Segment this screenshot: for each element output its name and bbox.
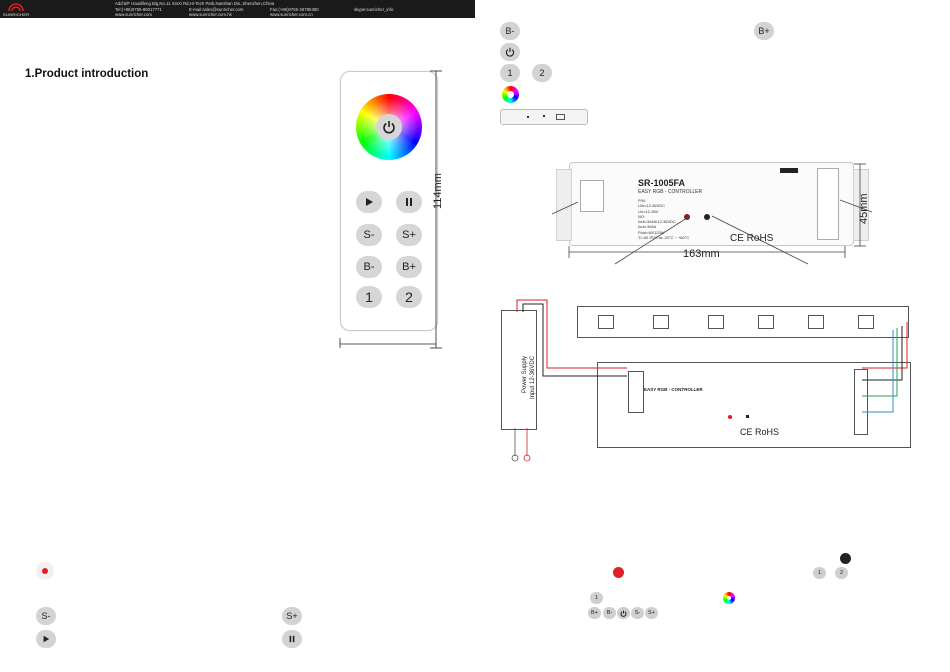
wiring-lines	[511, 299, 908, 462]
power-legend	[500, 43, 520, 61]
play-icon	[43, 635, 50, 643]
s-minus-button-legend: S-	[36, 607, 56, 625]
zone-1-label-legend: 1	[590, 592, 603, 604]
b-plus-legend: B+	[754, 22, 774, 40]
red-led-icon	[613, 567, 624, 578]
header-address: Add:5/F Haodifeng Blg,No.11 XinXi Rd,Hi-…	[115, 1, 275, 6]
b-minus-legend: B-	[500, 22, 520, 40]
header-web3: www.sunricher.com.cn	[270, 12, 313, 17]
b-minus-small-legend: B-	[603, 607, 616, 619]
header-fax: Fax:(+86)0755-26785380	[270, 6, 319, 12]
zone-1-small-legend: 1	[813, 567, 826, 579]
header-tel: Tel:(+86)0755-86017771	[115, 6, 162, 12]
pause-icon	[289, 635, 295, 643]
remote-height-label: 114mm	[432, 173, 444, 209]
header-skype: skype:sunricher_info	[354, 6, 394, 12]
sunricher-logo-icon	[8, 3, 24, 12]
header-web2: www.sunricher.com.hk	[189, 12, 232, 17]
controller-side-view	[500, 109, 588, 125]
remote-dimension-lines	[339, 70, 442, 349]
header-email: E-mail:sales@sunricher.com	[189, 6, 244, 12]
wiring-diagram: Power Supply Input 12-36VDC EASY RGB - C…	[497, 298, 917, 468]
color-wheel-icon	[502, 86, 519, 103]
power-icon	[620, 610, 627, 617]
red-dot-icon	[42, 568, 48, 574]
controller-width-label: 163mm	[683, 248, 720, 260]
power-small-legend	[617, 607, 630, 619]
zone-2-legend: 2	[532, 64, 552, 82]
brand-name: SUNRICHER	[3, 12, 30, 17]
indicator-led	[36, 562, 54, 580]
s-minus-small-legend: S-	[631, 607, 644, 619]
play-button-legend	[36, 630, 56, 648]
s-plus-button-legend: S+	[282, 607, 302, 625]
header-bar: SUNRICHER Add:5/F Haodifeng Blg,No.11 Xi…	[0, 0, 475, 18]
controller-height-label: 45mm	[858, 193, 870, 224]
pause-button-legend	[282, 630, 302, 648]
zone-2-small-legend: 2	[835, 567, 848, 579]
zone-1-legend: 1	[500, 64, 520, 82]
section-title: 1.Product introduction	[25, 68, 149, 80]
controller-dimension-lines	[551, 163, 873, 265]
black-dot-icon	[840, 553, 851, 564]
b-plus-small-legend: B+	[588, 607, 601, 619]
header-web1: www.sunricher.com	[115, 12, 153, 17]
color-wheel-small-icon	[723, 592, 735, 604]
s-plus-small-legend: S+	[645, 607, 658, 619]
power-icon	[505, 47, 515, 57]
